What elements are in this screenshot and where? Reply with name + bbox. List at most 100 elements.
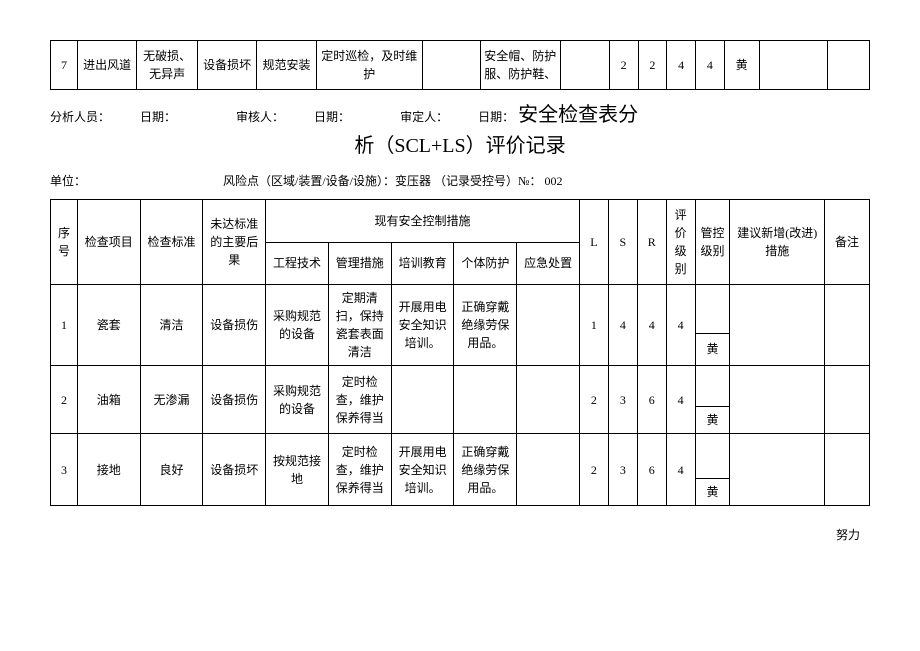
hdr-item: 检查项目: [77, 200, 140, 285]
cell-standard: 清洁: [140, 285, 203, 366]
cell-S: 3: [608, 366, 637, 434]
cell-S: 2: [638, 41, 667, 90]
cell-suggest: [730, 434, 825, 506]
cell-standard: 无破损、无异声: [137, 41, 198, 90]
hdr-seq: 序号: [51, 200, 78, 285]
date1-label: 日期：: [140, 108, 176, 125]
cell-ctrl-color: 黄: [695, 333, 730, 365]
cell-standard: 良好: [140, 434, 203, 506]
cell-seq: 2: [51, 366, 78, 434]
cell-mgmt: 定期清扫，保持瓷套表面清洁: [328, 285, 391, 366]
cell-level: 4: [696, 41, 725, 90]
hdr-emerg: 应急处置: [517, 242, 580, 285]
cell-consequence: 设备损坏: [203, 434, 266, 506]
hdr-ppe: 个体防护: [454, 242, 517, 285]
unit-label: 单位：: [50, 172, 150, 189]
cell-level: 4: [666, 285, 695, 366]
cell-L: 1: [579, 285, 608, 366]
cell-R: 4: [637, 285, 666, 366]
cell-mgmt: 定时巡检，及时维护: [316, 41, 422, 90]
cell-seq: 3: [51, 434, 78, 506]
cell-level: 4: [666, 434, 695, 506]
cell-ppe: 安全帽、防护服、防护鞋、: [480, 41, 560, 90]
cell-suggest: [759, 41, 827, 90]
cell-seq: 7: [51, 41, 78, 90]
date3-label: 日期：: [478, 108, 514, 125]
cell-emerg: [517, 434, 580, 506]
cell-train: [391, 366, 454, 434]
cell-standard: 无渗漏: [140, 366, 203, 434]
cell-L: 2: [579, 366, 608, 434]
cell-ppe: [454, 366, 517, 434]
cell-ppe: 正确穿戴绝缘劳保用品。: [454, 434, 517, 506]
hdr-level: 评价级别: [666, 200, 695, 285]
cell-eng: 规范安装: [257, 41, 316, 90]
cell-item: 油箱: [77, 366, 140, 434]
cell-consequence: 设备损伤: [203, 366, 266, 434]
cell-L: 2: [579, 434, 608, 506]
cell-R: 6: [637, 434, 666, 506]
previous-table-last-row: 7 进出风道 无破损、无异声 设备损坏 规范安装 定时巡检，及时维护 安全帽、防…: [50, 40, 870, 90]
cell-eng: 采购规范的设备: [266, 285, 329, 366]
hdr-S: S: [608, 200, 637, 285]
cell-seq: 1: [51, 285, 78, 366]
page-title-part1: 安全检查表分: [518, 98, 638, 127]
cell-ctrl-top: [695, 434, 730, 479]
cell-ctrl-top: [695, 285, 730, 334]
table-row: 2 油箱 无渗漏 设备损伤 采购规范的设备 定时检查，维护保养得当 2 3 6 …: [51, 366, 870, 407]
cell-level: 4: [666, 366, 695, 434]
cell-ctrl-color: 黄: [695, 479, 730, 506]
approver-label: 审定人：: [400, 108, 448, 125]
hdr-consequence: 未达标准的主要后果: [203, 200, 266, 285]
header-row-1: 序号 检查项目 检查标准 未达标准的主要后果 现有安全控制措施 L S R 评价…: [51, 200, 870, 243]
reviewer-label: 审核人：: [236, 108, 284, 125]
cell-item: 接地: [77, 434, 140, 506]
cell-suggest: [730, 366, 825, 434]
hdr-eng: 工程技术: [266, 242, 329, 285]
cell-item: 进出风道: [78, 41, 137, 90]
page-title-part2: 析（SCL+LS）评价记录: [50, 129, 870, 158]
hdr-train: 培训教育: [391, 242, 454, 285]
cell-train: 开展用电安全知识培训。: [391, 285, 454, 366]
hdr-ctrl-level: 管控级别: [695, 200, 730, 285]
signature-line: 分析人员： 日期： 审核人： 日期： 审定人： 日期： 安全检查表分: [50, 98, 870, 127]
scl-evaluation-table: 序号 检查项目 检查标准 未达标准的主要后果 现有安全控制措施 L S R 评价…: [50, 199, 870, 506]
cell-ctrl-color: 黄: [695, 407, 730, 434]
hdr-mgmt: 管理措施: [328, 242, 391, 285]
table-row: 3 接地 良好 设备损坏 按规范接地 定时检查，维护保养得当 开展用电安全知识培…: [51, 434, 870, 479]
cell-suggest: [730, 285, 825, 366]
cell-ppe: 正确穿戴绝缘劳保用品。: [454, 285, 517, 366]
cell-S: 4: [608, 285, 637, 366]
cell-consequence: 设备损伤: [203, 285, 266, 366]
cell-S: 3: [608, 434, 637, 506]
table-row: 7 进出风道 无破损、无异声 设备损坏 规范安装 定时巡检，及时维护 安全帽、防…: [51, 41, 870, 90]
footer-note: 努力: [50, 526, 870, 543]
cell-mgmt: 定时检查，维护保养得当: [328, 434, 391, 506]
cell-eng: 采购规范的设备: [266, 366, 329, 434]
risk-point-label: 风险点（区域/装置/设备/设施）：变压器 （记录受控号）№： 002: [223, 174, 562, 188]
analyst-label: 分析人员：: [50, 108, 110, 125]
cell-remark: [825, 366, 870, 434]
cell-consequence: 设备损坏: [198, 41, 257, 90]
cell-remark: [825, 434, 870, 506]
cell-L: 2: [609, 41, 638, 90]
cell-remark: [827, 41, 869, 90]
hdr-measures: 现有安全控制措施: [266, 200, 580, 243]
cell-color: 黄: [724, 41, 759, 90]
hdr-suggest: 建议新增(改进)措施: [730, 200, 825, 285]
unit-line: 单位： 风险点（区域/装置/设备/设施）：变压器 （记录受控号）№： 002: [50, 172, 870, 189]
cell-R: 4: [667, 41, 696, 90]
cell-emerg: [517, 366, 580, 434]
hdr-R: R: [637, 200, 666, 285]
cell-emerg: [560, 41, 609, 90]
date2-label: 日期：: [314, 108, 350, 125]
hdr-standard: 检查标准: [140, 200, 203, 285]
cell-item: 瓷套: [77, 285, 140, 366]
table-row: 1 瓷套 清洁 设备损伤 采购规范的设备 定期清扫，保持瓷套表面清洁 开展用电安…: [51, 285, 870, 334]
cell-ctrl-top: [695, 366, 730, 407]
hdr-L: L: [579, 200, 608, 285]
cell-emerg: [517, 285, 580, 366]
cell-R: 6: [637, 366, 666, 434]
cell-eng: 按规范接地: [266, 434, 329, 506]
cell-remark: [825, 285, 870, 366]
